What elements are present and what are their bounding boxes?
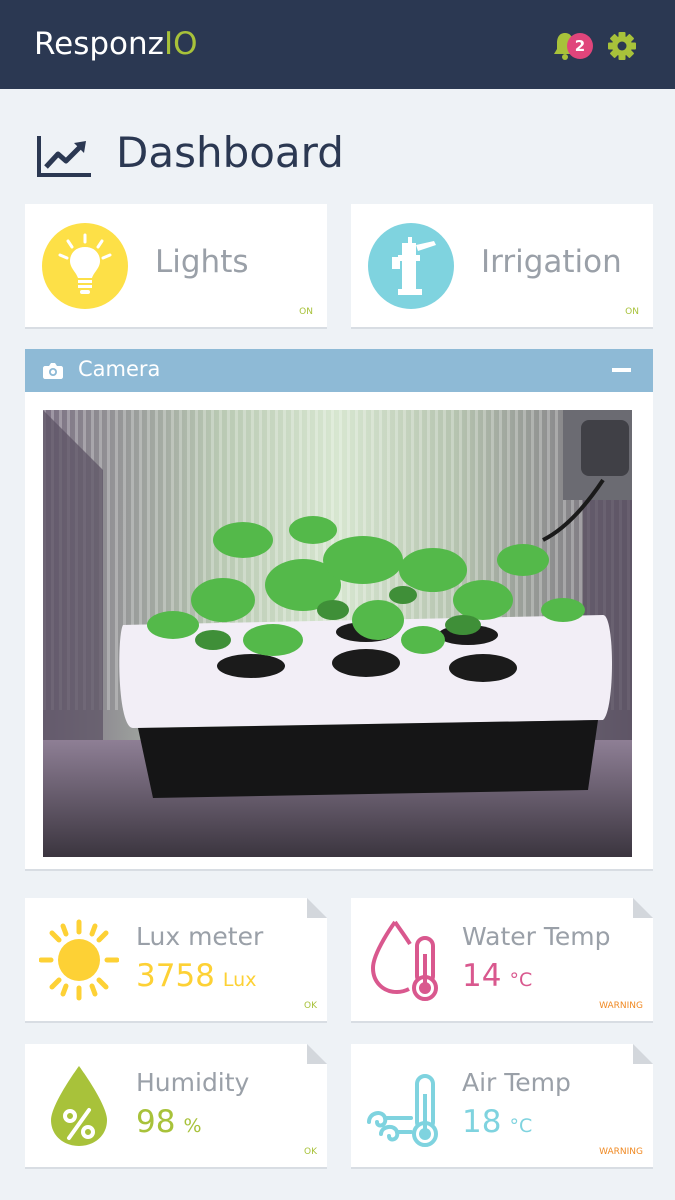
lights-toggle-card[interactable]: Lights ON: [25, 204, 327, 329]
app-logo[interactable]: ResponzIO: [34, 26, 197, 62]
camera-feed-image[interactable]: [43, 410, 632, 857]
top-navigation-bar: ResponzIO 2: [0, 0, 675, 89]
lux-meter-card[interactable]: Lux meter 3758 Lux OK: [25, 898, 327, 1023]
water-pump-icon: [368, 223, 454, 309]
chart-line-icon: [36, 134, 92, 178]
lux-meter-value: 3758: [136, 958, 215, 994]
air-temp-value-row: 18 °C: [462, 1104, 532, 1140]
irrigation-status: ON: [625, 307, 639, 317]
irrigation-label: Irrigation: [481, 244, 622, 280]
humidity-status: OK: [304, 1147, 317, 1157]
air-temp-status: WARNING: [599, 1147, 643, 1157]
humidity-label: Humidity: [136, 1068, 250, 1097]
water-temp-value-row: 14 °C: [462, 958, 532, 994]
humidity-value-row: 98%: [136, 1104, 202, 1140]
card-fold: [307, 898, 327, 918]
card-fold: [307, 1044, 327, 1064]
water-temp-card[interactable]: Water Temp 14 °C WARNING: [351, 898, 653, 1023]
humidity-unit: %: [183, 1115, 202, 1137]
sun-icon: [38, 918, 120, 1002]
humidity-drop-icon: [39, 1064, 119, 1148]
lux-meter-label: Lux meter: [136, 922, 264, 951]
camera-panel-body: [25, 392, 653, 871]
lux-meter-unit: Lux: [222, 969, 257, 991]
lux-meter-status: OK: [304, 1001, 317, 1011]
lights-status: ON: [299, 307, 313, 317]
minimize-icon[interactable]: [612, 368, 631, 372]
humidity-value: 98: [136, 1104, 176, 1140]
water-temperature-icon: [365, 918, 445, 1002]
water-temp-value: 14: [462, 958, 502, 994]
water-temp-label: Water Temp: [462, 922, 611, 951]
humidity-card[interactable]: Humidity 98% OK: [25, 1044, 327, 1169]
gear-icon[interactable]: [607, 31, 637, 61]
brand-accent: IO: [163, 26, 198, 62]
camera-title: Camera: [78, 357, 161, 381]
air-temp-label: Air Temp: [462, 1068, 571, 1097]
brand-name: Responz: [34, 26, 164, 62]
air-temp-unit: °C: [509, 1115, 533, 1137]
card-fold: [633, 1044, 653, 1064]
water-temp-unit: °C: [509, 969, 533, 991]
page-title: Dashboard: [116, 128, 344, 177]
lightbulb-icon: [42, 223, 128, 309]
lights-label: Lights: [155, 244, 249, 280]
camera-panel-header: Camera: [25, 349, 653, 392]
card-fold: [633, 898, 653, 918]
water-temp-status: WARNING: [599, 1001, 643, 1011]
irrigation-toggle-card[interactable]: Irrigation ON: [351, 204, 653, 329]
camera-icon: [43, 362, 63, 379]
lux-meter-value-row: 3758 Lux: [136, 958, 256, 994]
air-temp-card[interactable]: Air Temp 18 °C WARNING: [351, 1044, 653, 1169]
air-temp-value: 18: [462, 1104, 502, 1140]
notification-badge[interactable]: 2: [567, 33, 593, 59]
air-temperature-icon: [365, 1064, 445, 1148]
